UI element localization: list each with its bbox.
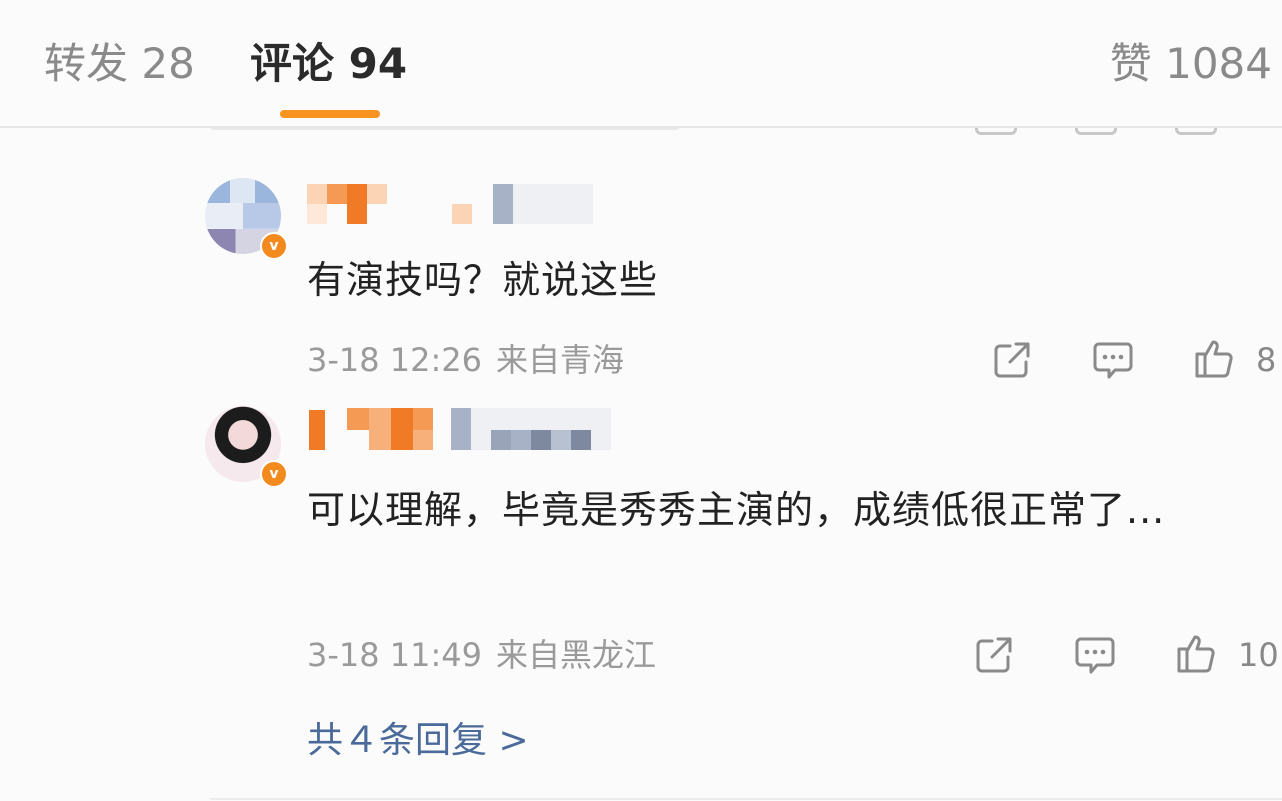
comment-text: 可以理解，毕竟是秀秀主演的，成绩低很正常了...	[307, 488, 1166, 532]
share-icon[interactable]	[972, 633, 1016, 677]
thumbs-up-icon[interactable]	[1175, 631, 1219, 675]
comment-location: 来自黑龙江	[496, 636, 657, 674]
comment-icon[interactable]	[1073, 633, 1117, 677]
active-tab-indicator	[280, 110, 380, 118]
like-count: 10	[1238, 636, 1279, 674]
verified-badge-icon: v	[260, 460, 288, 488]
tab-bar: 转发 28 评论 94 赞 1084	[0, 0, 1282, 128]
tab-repost[interactable]: 转发 28	[44, 36, 195, 92]
comment-meta: 3-18 11:49 来自黑龙江	[307, 635, 656, 675]
tab-like[interactable]: 赞 1084	[1110, 36, 1272, 92]
comment-date: 3-18 11:49	[307, 636, 483, 674]
view-replies-link[interactable]: 共４条回复 >	[307, 718, 529, 764]
divider	[210, 798, 1282, 800]
tab-comment[interactable]: 评论 94	[250, 36, 407, 92]
